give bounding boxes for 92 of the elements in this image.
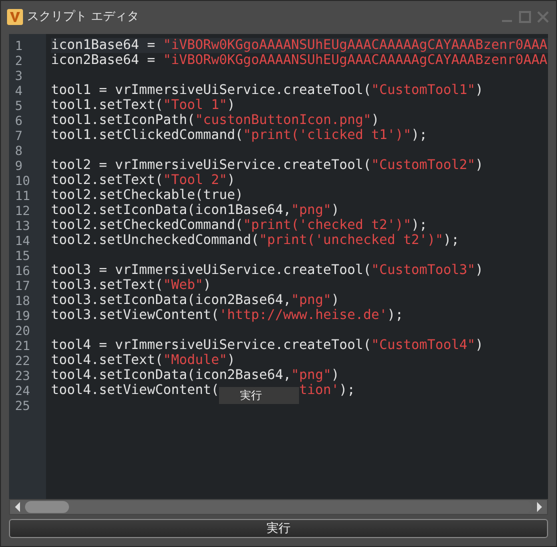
- line-number: 19: [15, 308, 30, 323]
- code-text: tool2.setText(: [51, 173, 164, 188]
- code-text: tool1.setText(: [51, 98, 164, 113]
- code-text: tool1.setIconPath(: [51, 113, 196, 128]
- code-text: );: [411, 218, 428, 233]
- line-number: 18: [15, 293, 30, 308]
- string-literal: "CustomTool1": [371, 83, 476, 98]
- code-text: ): [331, 203, 340, 218]
- line-number: 11: [15, 188, 30, 203]
- code-text: tool2 = vrImmersiveUiService.createTool(: [51, 158, 372, 173]
- code-text: ): [371, 113, 380, 128]
- string-literal: "Tool 2": [163, 173, 228, 188]
- code-editor[interactable]: [9, 34, 548, 499]
- code-text: tool4.setViewContent(: [51, 383, 220, 398]
- code-text: ): [475, 83, 484, 98]
- horizontal-scrollbar[interactable]: [9, 499, 548, 515]
- code-text: ): [227, 353, 236, 368]
- line-number: 10: [15, 173, 30, 188]
- string-literal: "Module": [163, 353, 228, 368]
- string-literal: "png": [291, 368, 332, 383]
- code-text: tool3 = vrImmersiveUiService.createTool(: [51, 263, 372, 278]
- string-literal: "CustomTool4": [371, 338, 476, 353]
- code-text: ): [227, 173, 236, 188]
- string-literal: "print('clicked t1')": [243, 128, 412, 143]
- string-literal: "iVBORw0KGgoAAAANSUhEUgAAACAAAAAgCAYAAABzenr0AAA: [163, 38, 548, 53]
- app-logo-icon: [7, 8, 23, 24]
- code-text: );: [339, 383, 356, 398]
- line-number: 12: [15, 203, 30, 218]
- line-number: 1: [15, 38, 23, 53]
- code-text: tool2.setUncheckedCommand(: [51, 233, 260, 248]
- close-icon[interactable]: [536, 10, 550, 24]
- run-button[interactable]: 実行: [9, 519, 548, 538]
- string-literal: "iVBORw0KGgoAAAANSUhEUgAAACAAAAAgCAYAAABzenr0AAA: [163, 53, 548, 68]
- string-literal: "Web": [163, 278, 204, 293]
- window-title: スクリプト エディタ: [27, 8, 140, 25]
- string-literal: "CustomTool2": [371, 158, 476, 173]
- string-literal: tion': [299, 383, 340, 398]
- scroll-left-icon[interactable]: [13, 501, 23, 513]
- line-number: 3: [15, 68, 23, 83]
- line-number: 16: [15, 263, 30, 278]
- code-text: icon1Base64 =: [51, 38, 156, 53]
- code-text: ): [203, 278, 212, 293]
- code-text: tool2.setCheckable(true): [51, 188, 244, 203]
- line-number: 2: [15, 53, 23, 68]
- code-text: tool2.setCheckedCommand(: [51, 218, 244, 233]
- code-text: );: [443, 233, 460, 248]
- scroll-right-icon[interactable]: [534, 501, 544, 513]
- line-number: 22: [15, 353, 30, 368]
- line-number: 24: [15, 383, 30, 398]
- maximize-icon[interactable]: [518, 10, 532, 24]
- line-number: 20: [15, 323, 30, 338]
- tooltip: 実行: [219, 387, 300, 404]
- code-text: tool4 = vrImmersiveUiService.createTool(: [51, 338, 372, 353]
- code-text: icon2Base64 =: [51, 53, 156, 68]
- code-text: tool4.setIconData(icon2Base64,: [51, 368, 292, 383]
- string-literal: 'http://www.heise.de': [219, 308, 388, 323]
- scrollbar-thumb[interactable]: [25, 501, 69, 513]
- code-text: tool3.setIconData(icon2Base64,: [51, 293, 292, 308]
- line-number: 5: [15, 98, 23, 113]
- code-text: tool3.setText(: [51, 278, 164, 293]
- line-number: 4: [15, 83, 23, 98]
- code-text: tool1 = vrImmersiveUiService.createTool(: [51, 83, 372, 98]
- line-number: 25: [15, 398, 30, 413]
- code-text: tool1.setClickedCommand(: [51, 128, 244, 143]
- string-literal: "print('unchecked t2')": [259, 233, 444, 248]
- string-literal: "png": [291, 293, 332, 308]
- line-number: 21: [15, 338, 30, 353]
- code-text: );: [387, 308, 404, 323]
- string-literal: "print('checked t2')": [243, 218, 412, 233]
- code-text: ): [331, 368, 340, 383]
- code-text: ): [331, 293, 340, 308]
- line-number: 7: [15, 128, 23, 143]
- line-number: 23: [15, 368, 30, 383]
- line-number: 15: [15, 248, 30, 263]
- string-literal: "Tool 1": [163, 98, 228, 113]
- line-number: 17: [15, 278, 30, 293]
- string-literal: "png": [291, 203, 332, 218]
- code-text: ): [475, 338, 484, 353]
- code-text: ): [227, 98, 236, 113]
- string-literal: "CustomTool3": [371, 263, 476, 278]
- line-number: 14: [15, 233, 30, 248]
- code-text: ): [475, 263, 484, 278]
- line-number: 6: [15, 113, 23, 128]
- string-literal: "custonButtonIcon.png": [195, 113, 372, 128]
- line-number: 9: [15, 158, 23, 173]
- code-text: tool4.setText(: [51, 353, 164, 368]
- code-text: tool2.setIconData(icon1Base64,: [51, 203, 292, 218]
- code-text: ): [475, 158, 484, 173]
- line-number: 8: [15, 143, 23, 158]
- code-text: );: [411, 128, 428, 143]
- line-number: 13: [15, 218, 30, 233]
- code-text: tool3.setViewContent(: [51, 308, 220, 323]
